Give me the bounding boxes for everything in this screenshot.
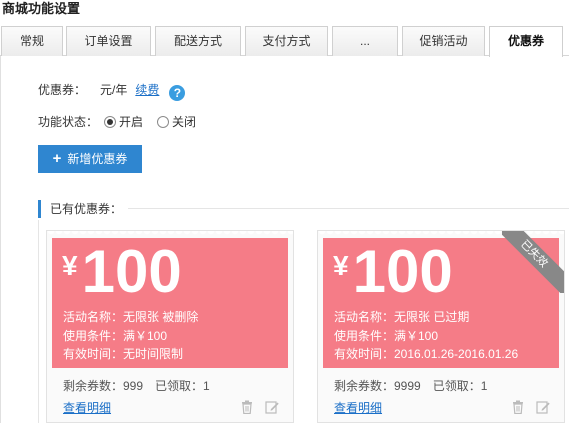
tab-payment[interactable]: 支付方式	[245, 26, 328, 56]
coupon-ticket: ¥100 活动名称：无限张 被删除 使用条件：满￥100 有效时间：无时间限制	[52, 238, 288, 368]
expired-ribbon-wrap: 已失效	[502, 231, 564, 293]
currency-symbol: ¥	[62, 250, 78, 281]
trash-icon[interactable]	[511, 400, 525, 414]
tab-delivery[interactable]: 配送方式	[155, 26, 241, 56]
coupon-name-line: 活动名称：无限张 已过期	[334, 310, 470, 324]
claimed-count: 已领取：1	[432, 379, 488, 393]
status-off-radio[interactable]	[157, 116, 170, 128]
tab-coupons[interactable]: 优惠券	[489, 26, 563, 57]
coupon-fee-label: 优惠券：	[38, 83, 87, 97]
view-details-link[interactable]: 查看明细	[63, 399, 111, 416]
coupon-validity-line: 有效时间：2016.01.26-2016.01.26	[334, 347, 519, 361]
add-coupon-button[interactable]: + 新增优惠券	[38, 145, 142, 173]
section-left-border	[38, 220, 39, 423]
status-off-label[interactable]: 关闭	[172, 115, 196, 129]
status-label: 功能状态：	[38, 115, 99, 129]
tab-bar: 常规 订单设置 配送方式 支付方式 ... 促销活动 优惠券	[0, 26, 569, 57]
claimed-count: 已领取：1	[155, 379, 210, 393]
section-header: 已有优惠券：	[38, 200, 569, 220]
remaining-count: 剩余券数：9999	[334, 379, 421, 393]
expired-ribbon: 已失效	[502, 231, 564, 293]
plus-icon: +	[52, 150, 62, 167]
function-status-row: 功能状态： 开启 关闭	[38, 114, 196, 130]
status-on-radio[interactable]	[104, 116, 117, 128]
coupon-validity-line: 有效时间：无时间限制	[63, 347, 184, 361]
coupon-fee-value: 元/年	[100, 83, 128, 97]
currency-symbol: ¥	[333, 250, 349, 281]
coupon-card: ¥100 活动名称：无限张 已过期 使用条件：满￥100 有效时间：2016.0…	[317, 230, 565, 423]
add-coupon-label: 新增优惠券	[67, 152, 128, 166]
section-accent-bar	[38, 200, 41, 218]
edit-icon[interactable]	[536, 400, 550, 414]
tab-more[interactable]: ...	[332, 26, 398, 56]
coupon-stats: 剩余券数：999 已领取：1	[63, 377, 210, 394]
coupon-condition-line: 使用条件：满￥100	[334, 329, 439, 343]
edit-icon[interactable]	[265, 400, 279, 414]
coupon-name-line: 活动名称：无限张 被删除	[63, 310, 199, 324]
tab-promotions[interactable]: 促销活动	[402, 26, 485, 56]
status-on-label[interactable]: 开启	[119, 115, 143, 129]
coupon-amount: ¥100	[62, 240, 182, 304]
coupon-actions	[503, 399, 550, 414]
coupon-stats: 剩余券数：9999 已领取：1	[334, 377, 487, 394]
coupon-condition-line: 使用条件：满￥100	[63, 329, 168, 343]
amount-value: 100	[81, 238, 182, 305]
amount-value: 100	[352, 238, 453, 305]
tab-order-settings[interactable]: 订单设置	[66, 26, 151, 56]
coupon-amount: ¥100	[333, 240, 453, 304]
section-divider	[128, 208, 569, 209]
section-title: 已有优惠券：	[50, 202, 123, 216]
question-icon[interactable]: ?	[169, 85, 186, 101]
view-details-link[interactable]: 查看明细	[334, 399, 382, 416]
coupon-actions	[232, 399, 279, 414]
coupon-card: ¥100 活动名称：无限张 被删除 使用条件：满￥100 有效时间：无时间限制 …	[46, 230, 294, 423]
remaining-count: 剩余券数：999	[63, 379, 144, 393]
tab-general[interactable]: 常规	[1, 26, 63, 56]
page-title: 商城功能设置	[2, 1, 81, 16]
renew-link[interactable]: 续费	[135, 83, 159, 97]
trash-icon[interactable]	[240, 400, 254, 414]
coupon-fee-row: 优惠券： 元/年 续费?	[38, 82, 186, 101]
